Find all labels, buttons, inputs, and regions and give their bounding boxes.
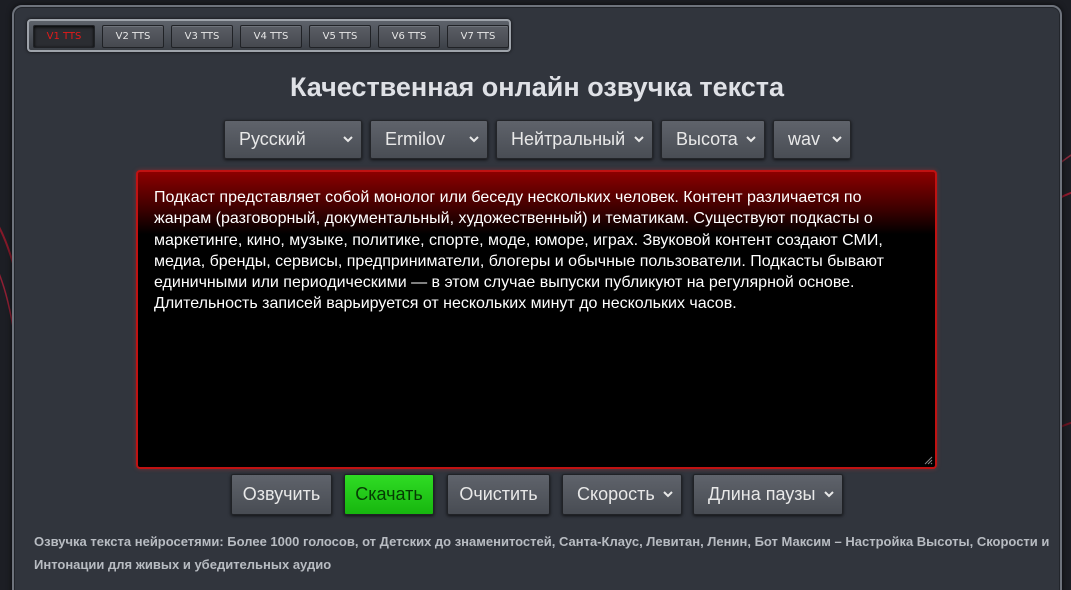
tab-v1-tts[interactable]: V1 TTS [33, 25, 95, 48]
voice-select[interactable]: Ermilov [370, 120, 488, 159]
pitch-select-value: Высота [676, 129, 738, 149]
tab-v2-tts[interactable]: V2 TTS [102, 25, 164, 48]
language-select[interactable]: Русский [224, 120, 362, 159]
voice-select-value: Ermilov [385, 129, 446, 149]
tab-v4-tts[interactable]: V4 TTS [240, 25, 302, 48]
tab-v3-tts[interactable]: V3 TTS [171, 25, 233, 48]
text-input-area[interactable]: Подкаст представляет собой монолог или б… [136, 170, 937, 469]
chevron-down-icon [634, 136, 644, 143]
chevron-down-icon [343, 136, 353, 143]
chevron-down-icon [824, 491, 834, 498]
speed-select[interactable]: Скорость [562, 474, 682, 515]
speak-button[interactable]: Озвучить [231, 474, 332, 515]
tab-v6-tts[interactable]: V6 TTS [378, 25, 440, 48]
pause-length-select[interactable]: Длина паузы [693, 474, 843, 515]
pitch-select[interactable]: Высота [661, 120, 765, 159]
format-select-value: wav [788, 129, 821, 149]
speed-select-value: Скорость [577, 484, 655, 504]
emotion-select[interactable]: Нейтральный [496, 120, 653, 159]
chevron-down-icon [746, 136, 756, 143]
format-select[interactable]: wav [773, 120, 851, 159]
version-tab-bar: V1 TTS V2 TTS V3 TTS V4 TTS V5 TTS V6 TT… [27, 19, 511, 52]
language-select-value: Русский [239, 129, 306, 149]
text-input-content: Подкаст представляет собой монолог или б… [154, 189, 884, 313]
chevron-down-icon [832, 136, 842, 143]
download-button[interactable]: Скачать [344, 474, 434, 515]
emotion-select-value: Нейтральный [511, 129, 626, 149]
chevron-down-icon [469, 136, 479, 143]
page-title: Качественная онлайн озвучка текста [289, 72, 785, 102]
footer-description: Озвучка текста нейросетями: Более 1000 г… [34, 534, 1050, 572]
tab-v7-tts[interactable]: V7 TTS [447, 25, 509, 48]
clear-button[interactable]: Очистить [447, 474, 550, 515]
tab-v5-tts[interactable]: V5 TTS [309, 25, 371, 48]
resize-grip-icon[interactable] [923, 455, 933, 465]
chevron-down-icon [663, 491, 673, 498]
pause-length-select-value: Длина паузы [708, 484, 816, 504]
